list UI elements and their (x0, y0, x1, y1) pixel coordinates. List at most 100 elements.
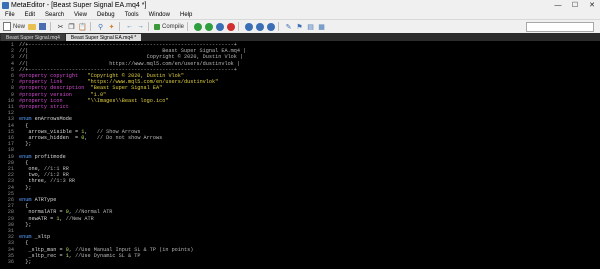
code-line[interactable]: 3 //| Copyright © 2020, Dustin Vlok | (0, 54, 600, 60)
bookmark-button[interactable]: ⚑ (295, 22, 304, 32)
step-over-button[interactable] (256, 22, 265, 31)
copy-button[interactable]: ❐ (67, 22, 76, 32)
undo-button[interactable]: ← (125, 22, 134, 32)
paste-button[interactable]: 📋 (78, 22, 87, 32)
code-line[interactable]: 23 three, //1:3 RR (0, 178, 600, 184)
code-token: //| Copyright © 2020, Dustin Vlok | (19, 54, 244, 61)
code-token: newATR = (19, 215, 57, 222)
step-into-button[interactable] (245, 22, 254, 31)
code-line[interactable]: 30 }; (0, 222, 600, 228)
code-line[interactable]: 11 #property strict (0, 104, 600, 110)
code-token: #property icon (19, 97, 88, 104)
toolbar: New ✂ ❐ 📋 ⚲ ✦ ← → Compile ✎ ⚑ ▤ ▦ (0, 19, 600, 34)
code-text: enum _sltp (19, 234, 50, 240)
code-token: //Use Dynamic SL & TP (75, 252, 141, 259)
maximize-icon[interactable]: ☐ (567, 0, 583, 10)
menu-search[interactable]: Search (40, 12, 69, 18)
toolbar-separator (50, 22, 52, 31)
code-line[interactable]: 35 _sltp_rec = 1, //Use Dynamic SL & TP (0, 253, 600, 259)
menu-tools[interactable]: Tools (120, 12, 144, 18)
code-line[interactable]: 21 one, //1:1 RR (0, 166, 600, 172)
watch-icon: ▦ (318, 23, 325, 31)
code-line[interactable]: 18 (0, 147, 600, 153)
menu-debug[interactable]: Debug (92, 12, 120, 18)
code-token: { (19, 240, 29, 247)
code-line[interactable]: 7 #property link "https://www.mql5.com/en… (0, 79, 600, 85)
undo-icon: ← (126, 23, 134, 30)
cut-button[interactable]: ✂ (56, 22, 65, 32)
code-line[interactable]: 31 (0, 228, 600, 234)
code-line[interactable]: 20 { (0, 160, 600, 166)
line-number: 1 (10, 42, 14, 48)
code-token: //+-------------------------------------… (19, 42, 237, 48)
code-line[interactable]: 27 { (0, 203, 600, 209)
code-line[interactable]: 15 arrows_visible = 1, // Show Arrows (0, 129, 600, 135)
new-button[interactable]: New (3, 22, 25, 32)
code-line[interactable]: 1 //+------------------------------------… (0, 42, 600, 48)
code-line[interactable]: 19 enum profitmode (0, 154, 600, 160)
line-number: 17 (7, 141, 14, 148)
search-input[interactable] (526, 22, 594, 32)
code-token: _sltp_rec = (19, 252, 66, 259)
code-line[interactable]: 17 }; (0, 141, 600, 147)
save-button[interactable] (38, 22, 47, 32)
styler-button[interactable]: ✎ (284, 22, 293, 32)
code-line[interactable]: 12 (0, 110, 600, 116)
line-number: 11 (7, 104, 14, 110)
code-line[interactable]: 33 { (0, 240, 600, 246)
tab-bar: Beast Super Signal.mq4 Beast Super Signa… (0, 33, 600, 41)
code-line[interactable]: 14 { (0, 123, 600, 129)
code-line[interactable]: 16 arrows_hidden = 0, // Do not show Arr… (0, 135, 600, 141)
tab-beast-super-signal-ea[interactable]: Beast Super Signal EA.mq4 * (65, 34, 142, 41)
code-token: enum (19, 197, 35, 203)
minimize-icon[interactable]: — (550, 0, 566, 10)
code-token: }; (19, 221, 32, 228)
line-number: 13 (7, 116, 14, 123)
compile-button[interactable]: Compile (154, 22, 184, 32)
pause-button[interactable] (216, 22, 225, 31)
menu-view[interactable]: View (69, 12, 92, 18)
menu-file[interactable]: File (0, 12, 20, 18)
code-token: #property strict (19, 104, 69, 110)
start-real-button[interactable] (194, 22, 203, 31)
code-line[interactable]: 8 #property description "Beast Super Sign… (0, 85, 600, 91)
code-token: ATRType (34, 197, 57, 203)
close-icon[interactable]: ✕ (584, 0, 600, 10)
code-line[interactable]: 32 enum _sltp (0, 234, 600, 240)
code-line[interactable]: 26 enum ATRType (0, 197, 600, 203)
code-line[interactable]: 4 //| https://www.mql5.com/en/users/dusti… (0, 61, 600, 67)
code-line[interactable]: 34 _sltp_man = 0, //Use Manual Input SL … (0, 247, 600, 253)
code-editor[interactable]: 1 //+------------------------------------… (0, 41, 600, 269)
code-text: newATR = 1, //New ATR (19, 215, 93, 222)
code-line[interactable]: 9 #property version "1.0" (0, 92, 600, 98)
toolbar-separator (238, 22, 240, 31)
code-line[interactable]: 13 enum enArrowsMode (0, 116, 600, 122)
stop-button[interactable] (227, 22, 236, 31)
code-line[interactable]: 5 //+------------------------------------… (0, 67, 600, 73)
find-button[interactable]: ⚲ (96, 22, 105, 32)
open-button[interactable] (27, 22, 36, 32)
menu-help[interactable]: Help (175, 12, 197, 18)
watch-button[interactable]: ▦ (317, 22, 326, 32)
start-history-button[interactable] (205, 22, 214, 31)
code-line[interactable]: 24 }; (0, 185, 600, 191)
code-line[interactable]: 36 }; (0, 259, 600, 265)
menu-edit[interactable]: Edit (20, 12, 40, 18)
redo-button[interactable]: → (136, 22, 145, 32)
tab-beast-super-signal[interactable]: Beast Super Signal.mq4 (1, 34, 65, 41)
code-line[interactable]: 28 normalATR = 0, //Normal ATR (0, 209, 600, 215)
stack-button[interactable]: ▤ (306, 22, 315, 32)
code-line[interactable]: 10 #property icon "\\Images\\Beast logo.i… (0, 98, 600, 104)
code-line[interactable]: 6 #property copyright "Copyright © 2020, … (0, 73, 600, 79)
wizard-button[interactable]: ✦ (107, 22, 116, 32)
step-out-button[interactable] (267, 22, 276, 31)
toolbar-separator (278, 22, 280, 31)
code-line[interactable]: 25 (0, 191, 600, 197)
line-number: 10 (7, 97, 14, 104)
wand-icon: ✦ (108, 23, 115, 31)
code-text: }; (19, 259, 31, 265)
code-token: two, (19, 172, 44, 179)
code-line[interactable]: 29 newATR = 1, //New ATR (0, 216, 600, 222)
code-line[interactable]: 22 two, //1:2 RR (0, 172, 600, 178)
menu-window[interactable]: Window (144, 12, 175, 18)
